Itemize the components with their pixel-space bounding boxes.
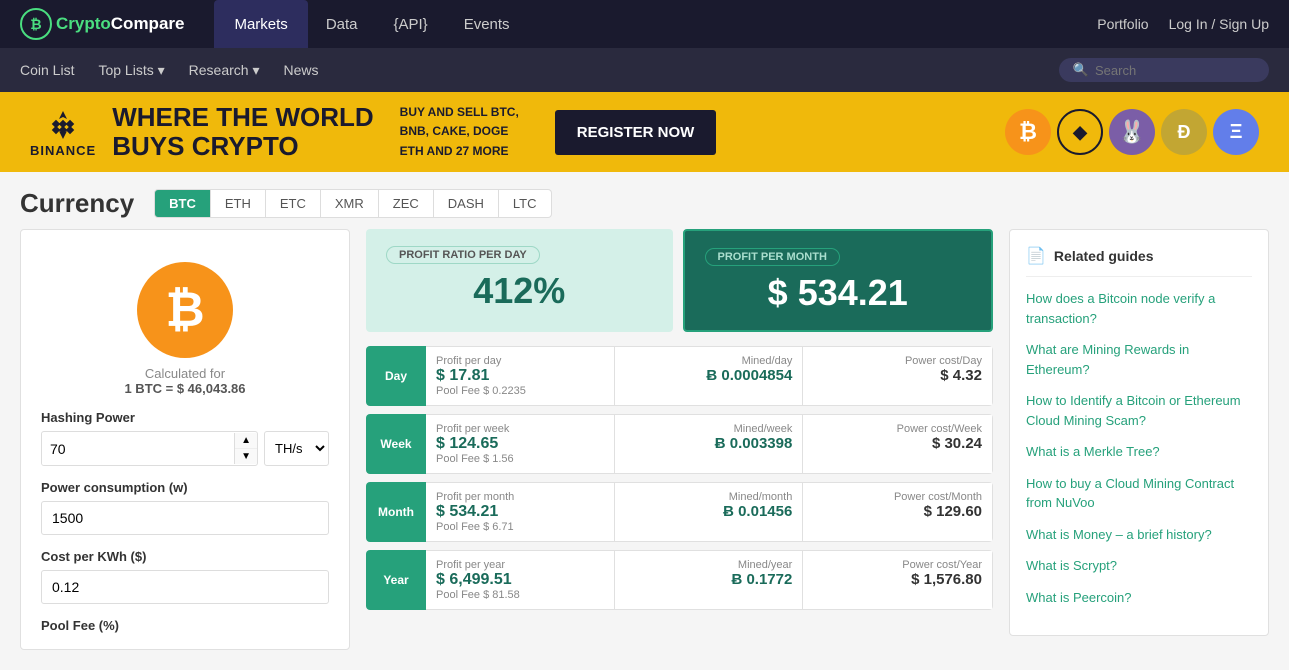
tab-btc[interactable]: BTC: [154, 189, 211, 218]
guide-link[interactable]: What is Money – a brief history?: [1026, 525, 1252, 545]
period-label: Day: [366, 346, 426, 406]
guide-link[interactable]: How to buy a Cloud Mining Contract from …: [1026, 474, 1252, 513]
btc-circle: ₿: [137, 262, 233, 358]
related-guides-title: 📄 Related guides: [1026, 246, 1252, 277]
profit-day-card: PROFIT RATIO PER DAY 412%: [366, 229, 673, 332]
guide-link[interactable]: How to Identify a Bitcoin or Ethereum Cl…: [1026, 391, 1252, 430]
search-input[interactable]: [1095, 63, 1255, 78]
hashing-up-arrow[interactable]: ▲: [235, 433, 257, 449]
tab-zec[interactable]: ZEC: [379, 189, 434, 218]
period-mined-cell: Mined/day Ƀ 0.0004854: [615, 347, 804, 405]
binance-logo-icon: [45, 107, 81, 143]
sec-nav-coinlist[interactable]: Coin List: [20, 62, 74, 78]
calc-rate: 1 BTC = $ 46,043.86: [41, 381, 329, 396]
tab-eth[interactable]: ETH: [211, 189, 266, 218]
profit-month-label: PROFIT PER MONTH: [705, 248, 840, 266]
period-profit-cell: Profit per year $ 6,499.51 Pool Fee $ 81…: [426, 551, 615, 609]
nav-events[interactable]: Events: [446, 0, 528, 48]
hashing-power-input-wrap: ▲ ▼: [41, 431, 258, 466]
hashing-power-input[interactable]: [42, 433, 234, 465]
document-icon: 📄: [1026, 246, 1046, 266]
banner: BINANCE WHERE THE WORLD BUYS CRYPTO BUY …: [0, 92, 1289, 172]
period-mined-cell: Mined/month Ƀ 0.01456: [615, 483, 804, 541]
guide-link[interactable]: How does a Bitcoin node verify a transac…: [1026, 289, 1252, 328]
coin-bunny-icon: 🐰: [1109, 109, 1155, 155]
btc-icon-wrap: ₿: [41, 246, 329, 366]
coin-btc-icon: ₿: [1005, 109, 1051, 155]
tab-ltc[interactable]: LTC: [499, 189, 552, 218]
portfolio-link[interactable]: Portfolio: [1097, 16, 1148, 32]
profit-day-value: 412%: [386, 270, 653, 312]
period-power-cell: Power cost/Month $ 129.60: [803, 483, 992, 541]
logo-text: CryptoCompare: [56, 14, 184, 34]
period-power-cell: Power cost/Year $ 1,576.80: [803, 551, 992, 609]
period-profit-cell: Profit per month $ 534.21 Pool Fee $ 6.7…: [426, 483, 615, 541]
tab-xmr[interactable]: XMR: [321, 189, 379, 218]
period-row: Month Profit per month $ 534.21 Pool Fee…: [366, 482, 993, 542]
profit-day-label: PROFIT RATIO PER DAY: [386, 246, 540, 264]
period-power-cell: Power cost/Week $ 30.24: [803, 415, 992, 473]
hashing-unit-select[interactable]: TH/s GH/s MH/s: [264, 431, 329, 466]
coin-doge-icon: Ð: [1161, 109, 1207, 155]
nav-data[interactable]: Data: [308, 0, 376, 48]
left-panel: ₿ Calculated for 1 BTC = $ 46,043.86 Has…: [20, 229, 350, 650]
sec-nav-research[interactable]: Research ▾: [189, 62, 260, 79]
period-label: Week: [366, 414, 426, 474]
nav-markets[interactable]: Markets: [214, 0, 307, 48]
hashing-down-arrow[interactable]: ▼: [235, 449, 257, 464]
right-panel: 📄 Related guides How does a Bitcoin node…: [1009, 229, 1269, 650]
top-nav: ₿ CryptoCompare Markets Data {API} Event…: [0, 0, 1289, 48]
power-consumption-label: Power consumption (w): [41, 480, 329, 495]
cost-kwh-input[interactable]: [41, 570, 329, 604]
profit-month-value: $ 534.21: [705, 272, 972, 314]
period-mined-cell: Mined/week Ƀ 0.003398: [615, 415, 804, 473]
guide-link[interactable]: What is Scrypt?: [1026, 556, 1252, 576]
sec-nav-news[interactable]: News: [283, 62, 318, 78]
period-power-cell: Power cost/Day $ 4.32: [803, 347, 992, 405]
logo[interactable]: ₿ CryptoCompare: [20, 8, 184, 40]
currency-tabs: BTC ETH ETC XMR ZEC DASH LTC: [154, 189, 551, 218]
sec-nav-toplists[interactable]: Top Lists ▾: [98, 62, 164, 79]
tab-etc[interactable]: ETC: [266, 189, 321, 218]
guide-link[interactable]: What is a Merkle Tree?: [1026, 442, 1252, 462]
search-icon: 🔍: [1073, 62, 1089, 78]
banner-sub: BUY AND SELL BTC,BNB, CAKE, DOGEETH AND …: [400, 103, 519, 161]
power-consumption-input[interactable]: [41, 501, 329, 535]
related-guides: 📄 Related guides How does a Bitcoin node…: [1009, 229, 1269, 636]
period-mined-cell: Mined/year Ƀ 0.1772: [615, 551, 804, 609]
period-profit-cell: Profit per day $ 17.81 Pool Fee $ 0.2235: [426, 347, 615, 405]
period-row: Year Profit per year $ 6,499.51 Pool Fee…: [366, 550, 993, 610]
profit-month-card: PROFIT PER MONTH $ 534.21: [683, 229, 994, 332]
period-row: Day Profit per day $ 17.81 Pool Fee $ 0.…: [366, 346, 993, 406]
nav-api[interactable]: {API}: [376, 0, 446, 48]
coin-eth-icon: Ξ: [1213, 109, 1259, 155]
guide-link[interactable]: What are Mining Rewards in Ethereum?: [1026, 340, 1252, 379]
cost-kwh-label: Cost per KWh ($): [41, 549, 329, 564]
calc-info: Calculated for 1 BTC = $ 46,043.86: [41, 366, 329, 396]
banner-coins: ₿ ◆ 🐰 Ð Ξ: [1005, 109, 1259, 155]
banner-brand: BINANCE: [30, 143, 96, 158]
guide-link[interactable]: What is Peercoin?: [1026, 588, 1252, 608]
hashing-power-label: Hashing Power: [41, 410, 329, 425]
period-label: Year: [366, 550, 426, 610]
tab-dash[interactable]: DASH: [434, 189, 499, 218]
pool-fee-label: Pool Fee (%): [41, 618, 329, 633]
center-panel: PROFIT RATIO PER DAY 412% PROFIT PER MON…: [366, 229, 993, 650]
period-row: Week Profit per week $ 124.65 Pool Fee $…: [366, 414, 993, 474]
currency-title: Currency: [20, 188, 134, 219]
banner-logo: BINANCE: [30, 107, 96, 158]
secondary-nav: Coin List Top Lists ▾ Research ▾ News 🔍: [0, 48, 1289, 92]
register-button[interactable]: REGISTER NOW: [555, 110, 717, 155]
search-box: 🔍: [1059, 58, 1269, 82]
period-label: Month: [366, 482, 426, 542]
banner-headline: WHERE THE WORLD BUYS CRYPTO: [112, 103, 373, 160]
coin-bnb-icon: ◆: [1057, 109, 1103, 155]
period-profit-cell: Profit per week $ 124.65 Pool Fee $ 1.56: [426, 415, 615, 473]
login-link[interactable]: Log In / Sign Up: [1169, 16, 1269, 32]
